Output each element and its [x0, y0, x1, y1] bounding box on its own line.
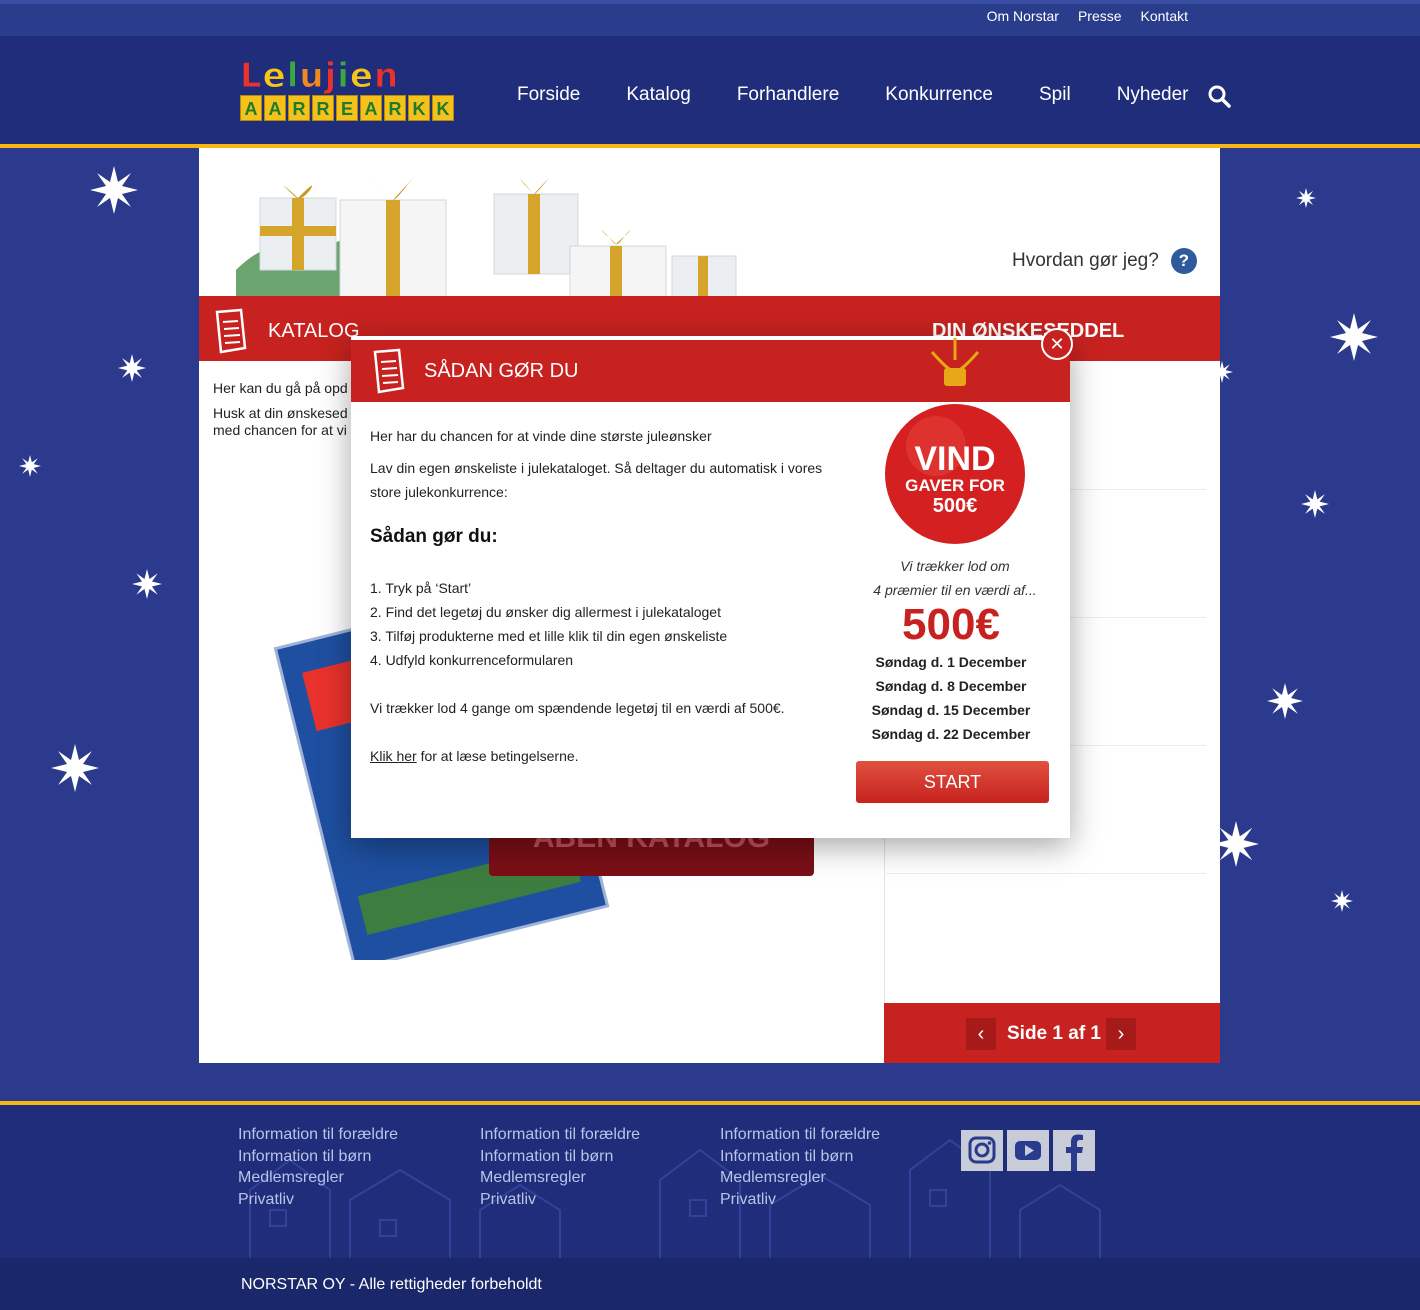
footer-column-1: Information til forældre Information til… [238, 1124, 398, 1210]
christmas-ornament-badge: VIND GAVER FOR 500€ [885, 338, 1025, 544]
footer-link[interactable]: Privatliv [238, 1189, 398, 1211]
footer-link[interactable]: Medlemsregler [720, 1167, 880, 1189]
ornament-line2: GAVER FOR [905, 476, 1005, 495]
footer-column-2: Information til forældre Information til… [480, 1124, 640, 1210]
modal-step-4: 4. Udfyld konkurrenceformularen [370, 652, 574, 668]
pager-text: Side 1 af 1 [1007, 1023, 1101, 1044]
document-icon [373, 348, 405, 394]
footer-link[interactable]: Information til børn [480, 1146, 640, 1168]
footer-link[interactable]: Information til forældre [720, 1124, 880, 1146]
catalog-text-1: Her kan du gå på opd [213, 380, 348, 396]
modal-step-1: 1. Tryk på ‘Start’ [370, 580, 472, 596]
top-links: Om Norstar Presse Kontakt [987, 8, 1188, 24]
ornament-line3: 500€ [933, 495, 978, 517]
modal-title: SÅDAN GØR DU [424, 360, 579, 382]
snow-star-icon [1296, 188, 1316, 208]
draw-line-2: 4 præmier til en værdi af... [873, 582, 1037, 598]
nav-nyheder[interactable]: Nyheder [1117, 84, 1189, 106]
catalog-text-3: med chancen for at vi [213, 422, 347, 438]
search-icon[interactable] [1207, 84, 1231, 108]
youtube-icon[interactable] [1007, 1130, 1049, 1171]
main-nav: Forside Katalog Forhandlere Konkurrence … [517, 84, 1189, 106]
draw-date-3: Søndag d. 15 December [871, 702, 1031, 718]
document-icon [215, 308, 247, 354]
footer-link[interactable]: Information til forældre [238, 1124, 398, 1146]
footer-column-3: Information til forældre Information til… [720, 1124, 880, 1210]
catalog-text-2: Husk at din ønskesed [213, 405, 348, 421]
facebook-icon[interactable] [1053, 1130, 1095, 1171]
footer-link[interactable]: Privatliv [720, 1189, 880, 1211]
modal-step-3: 3. Tilføj produkterne med et lille klik … [370, 628, 728, 644]
catalog-description: Her kan du gå på opd Husk at din ønskese… [213, 380, 363, 439]
snow-star-icon [132, 569, 162, 599]
snow-star-icon [1301, 490, 1329, 518]
footer-link[interactable]: Information til børn [238, 1146, 398, 1168]
copyright-bar [0, 1258, 1420, 1310]
chevron-left-icon[interactable]: ‹ [966, 1018, 996, 1050]
logo-letters: A A R R E A R K K [240, 95, 456, 121]
close-icon[interactable]: ✕ [1041, 328, 1073, 360]
logo[interactable]: L e l u j i e n A A R R E A R K K [240, 58, 456, 124]
start-button[interactable]: START [856, 761, 1049, 803]
nav-spil[interactable]: Spil [1039, 84, 1071, 106]
catalog-title: KATALOG [268, 320, 360, 342]
instagram-icon[interactable] [961, 1130, 1003, 1171]
footer-link[interactable]: Privatliv [480, 1189, 640, 1211]
terms-rest: for at læse betingelserne. [416, 748, 579, 764]
nav-konkurrence[interactable]: Konkurrence [885, 84, 993, 106]
footer-link[interactable]: Information til børn [720, 1146, 880, 1168]
draw-date-2: Søndag d. 8 December [875, 678, 1027, 694]
modal-step-2: 2. Find det legetøj du ønsker dig allerm… [370, 604, 721, 620]
top-bar [0, 0, 1420, 36]
footer-link[interactable]: Medlemsregler [238, 1167, 398, 1189]
draw-date-4: Søndag d. 22 December [871, 726, 1031, 742]
prize-amount: 500€ [902, 600, 1000, 649]
help-label: Hvordan gør jeg? [1012, 250, 1159, 271]
modal-intro: Her har du chancen for at vinde dine stø… [370, 428, 712, 444]
snow-star-icon [19, 455, 41, 477]
copyright-text: NORSTAR OY - Alle rettigheder forbeholdt [241, 1276, 542, 1293]
snow-star-icon [1267, 683, 1303, 719]
top-link-kontakt[interactable]: Kontakt [1141, 8, 1188, 24]
snow-star-icon [118, 354, 146, 382]
help-link[interactable]: Hvordan gør jeg? ? [1012, 248, 1197, 274]
snow-star-icon [90, 166, 138, 214]
question-icon: ? [1170, 248, 1197, 274]
nav-forside[interactable]: Forside [517, 84, 580, 106]
footer-link[interactable]: Information til forældre [480, 1124, 640, 1146]
logo-wordmark: L e l u j i e n [240, 56, 399, 96]
ornament-line1: VIND [914, 440, 995, 478]
nav-forhandlere[interactable]: Forhandlere [737, 84, 839, 106]
wishlist-row-divider [886, 873, 1206, 874]
top-link-om-norstar[interactable]: Om Norstar [987, 8, 1059, 24]
nav-katalog[interactable]: Katalog [626, 84, 690, 106]
draw-date-1: Søndag d. 1 December [875, 654, 1027, 670]
gifts-banner-image [236, 177, 737, 300]
modal-how-title: Sådan gør du: [370, 526, 498, 547]
top-link-presse[interactable]: Presse [1078, 8, 1122, 24]
snow-star-icon [1330, 313, 1378, 361]
terms-link[interactable]: Klik her [370, 748, 417, 764]
snow-star-icon [51, 744, 99, 792]
footer-link[interactable]: Medlemsregler [480, 1167, 640, 1189]
modal-terms: Klik her for at læse betingelserne. [370, 744, 579, 768]
modal-description: Lav din egen ønskeliste i julekataloget.… [370, 460, 823, 500]
chevron-right-icon[interactable]: › [1106, 1018, 1136, 1050]
draw-line-1: Vi trækker lod om [900, 558, 1010, 574]
snow-star-icon [1331, 890, 1353, 912]
modal-draw-text: Vi trækker lod 4 gange om spændende lege… [370, 700, 785, 716]
